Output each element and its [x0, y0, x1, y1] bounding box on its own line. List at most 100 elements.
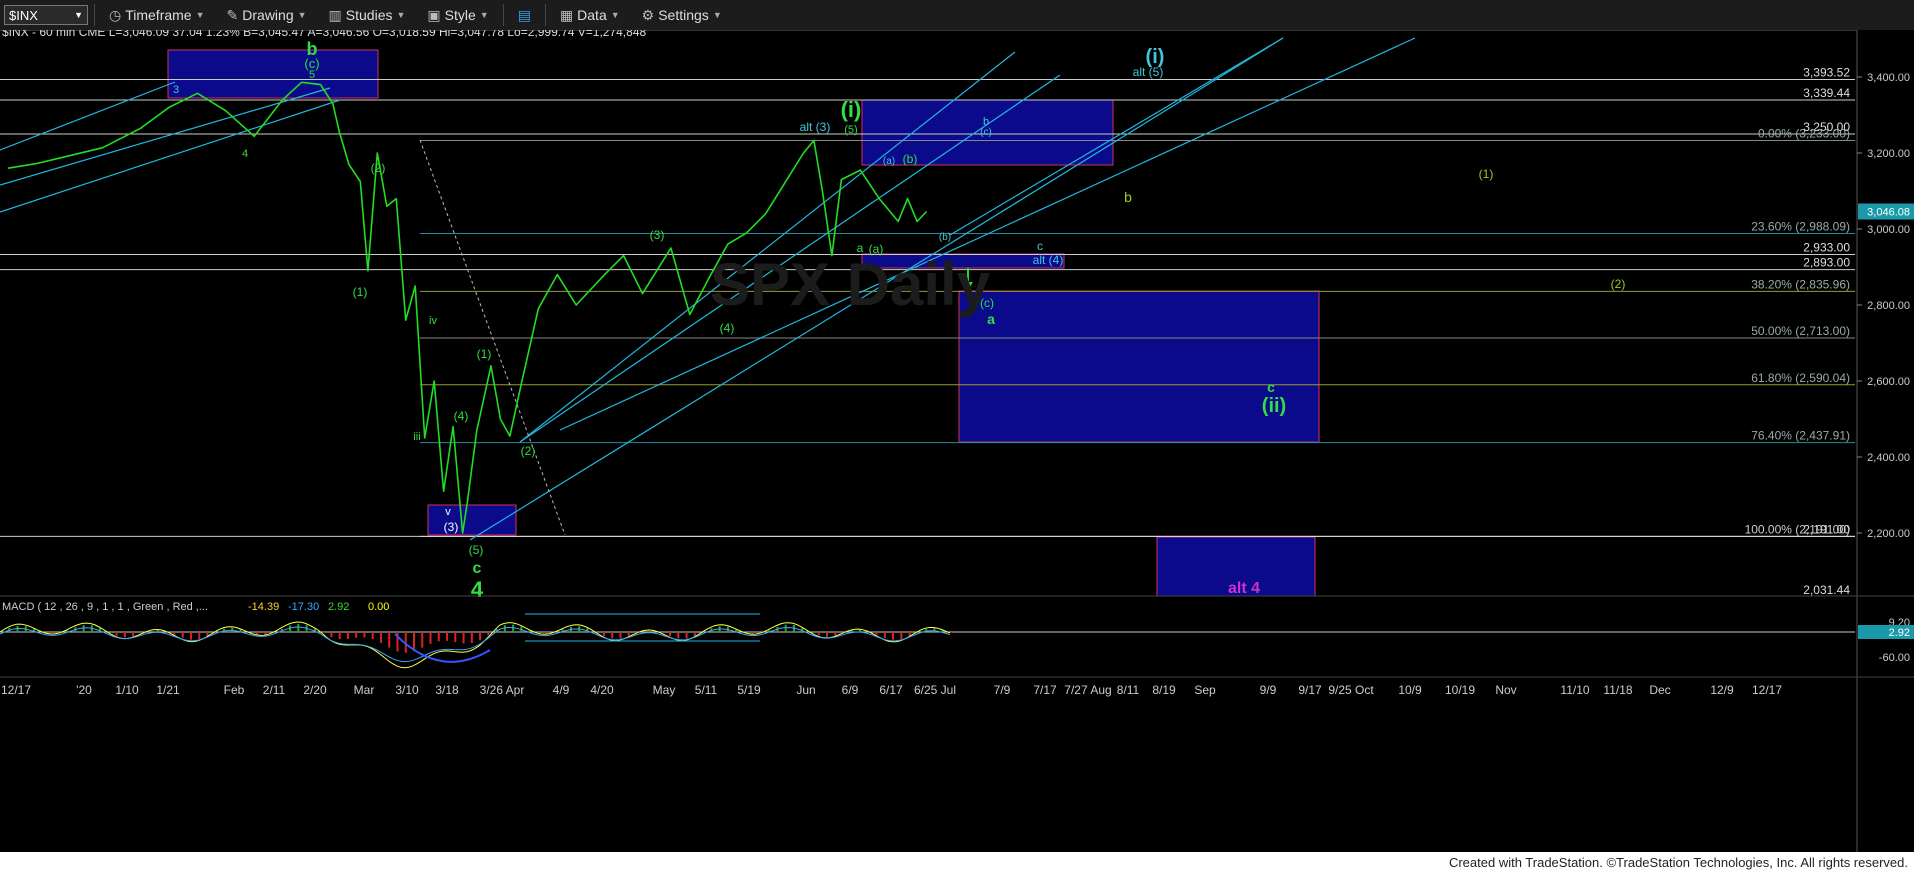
- toolbar-separator: [502, 4, 504, 26]
- macd-histogram-bar: [379, 632, 382, 643]
- wave-label: (4): [720, 321, 735, 335]
- symbol-value: $INX: [9, 7, 38, 23]
- box-b-wave: [167, 49, 379, 99]
- time-tick-label: 9/9: [1260, 683, 1277, 697]
- time-tick-label: Mar: [354, 683, 375, 697]
- toolbar-separator: [544, 4, 546, 26]
- timeframe-button[interactable]: ◷ Timeframe ▼: [101, 0, 213, 30]
- time-tick-label: 7/17: [1033, 683, 1057, 697]
- macd-histogram-bar: [817, 632, 820, 636]
- chevron-down-icon[interactable]: ▼: [74, 10, 83, 20]
- clock-icon: ◷: [109, 6, 122, 23]
- time-tick-label: '20: [76, 683, 92, 697]
- macd-histogram-bar: [338, 632, 341, 640]
- wave-label: iv: [429, 315, 437, 327]
- macd-value: 0.00: [368, 601, 389, 613]
- macd-histogram-bar: [602, 632, 605, 636]
- wave-label: (3): [650, 228, 665, 242]
- price-tick-label: 3,000.00: [1867, 224, 1910, 236]
- wave-label: (b): [939, 232, 951, 243]
- macd-panel: MACD ( 12 , 26 , 9 , 1 , 1 , Green , Red…: [0, 595, 1914, 669]
- macd-tick-label: 2.92: [1889, 627, 1910, 639]
- macd-label: MACD ( 12 , 26 , 9 , 1 , 1 , Green , Red…: [2, 601, 208, 613]
- fib-label: 38.20% (2,835.96): [1751, 277, 1850, 291]
- time-tick-label: 1/21: [156, 683, 180, 697]
- macd-histogram-bar: [346, 632, 349, 639]
- style-icon: ▣: [427, 6, 441, 23]
- wave-label: (1): [353, 285, 368, 299]
- symbol-input[interactable]: $INX ▼: [4, 5, 88, 25]
- price-chart[interactable]: 3,393.523,339.443,250.002,933.002,893.00…: [0, 30, 1914, 852]
- macd-histogram-bar: [437, 632, 440, 642]
- wave-label: alt (5): [1133, 65, 1164, 79]
- macd-histogram-bar: [487, 632, 490, 636]
- macd-histogram-bar: [297, 624, 300, 632]
- macd-value: 2.92: [328, 601, 349, 613]
- time-tick-label: 10/9: [1398, 683, 1422, 697]
- macd-histogram-bar: [677, 632, 680, 639]
- wave-label: (2): [521, 444, 536, 458]
- macd-histogram-bar: [627, 632, 630, 637]
- wave-label: (1): [477, 347, 492, 361]
- data-button[interactable]: ▦ Data ▼: [552, 0, 628, 30]
- macd-histogram-bar: [669, 632, 672, 636]
- macd-histogram-bar: [685, 632, 688, 639]
- macd-histogram-bar: [49, 632, 52, 634]
- wave-label: 4: [471, 577, 484, 602]
- last-price-label: 3,046.08: [1867, 206, 1910, 218]
- wave-label: (ii): [1262, 395, 1286, 417]
- time-tick-label: 7/9: [994, 683, 1011, 697]
- macd-histogram-bar: [784, 624, 787, 632]
- time-tick-label: Nov: [1495, 683, 1516, 697]
- data-label: Data: [577, 7, 607, 23]
- time-tick-label: 12/17: [1, 683, 31, 697]
- time-tick-label: 4/9: [553, 683, 570, 697]
- macd-histogram-bar: [875, 632, 878, 635]
- gear-icon: ⚙: [641, 6, 655, 23]
- macd-line: [0, 621, 951, 669]
- wave-label: (1): [1479, 167, 1494, 181]
- time-tick-label: 11/18: [1603, 683, 1632, 697]
- box-ii-target: [958, 290, 1320, 443]
- macd-histogram-bar: [900, 632, 903, 640]
- macd-histogram-bar: [264, 632, 267, 635]
- style-button[interactable]: ▣ Style ▼: [419, 0, 496, 30]
- chevron-down-icon: ▼: [479, 10, 489, 20]
- macd-histogram-bar: [479, 632, 482, 641]
- macd-histogram-bar: [850, 630, 853, 632]
- time-tick-label: 10/19: [1445, 683, 1475, 697]
- price-tick-label: 3,400.00: [1867, 72, 1910, 84]
- watermark-text: SPX Daily: [710, 251, 991, 318]
- wave-label: iii: [413, 431, 420, 443]
- macd-histogram-bar: [173, 632, 176, 635]
- macd-histogram-bar: [123, 632, 126, 638]
- macd-histogram-bar: [883, 632, 886, 639]
- level-label: 2,031.44: [1803, 583, 1850, 597]
- toolbar-separator: [94, 4, 95, 26]
- copyright-footer: Created with TradeStation. ©TradeStation…: [0, 852, 1914, 873]
- time-tick-label: 5/11: [695, 683, 718, 697]
- layout-button[interactable]: ▤: [510, 0, 539, 30]
- channel-line: [0, 81, 176, 151]
- macd-histogram-bar: [462, 632, 465, 644]
- price-tick-label: 2,200.00: [1867, 528, 1910, 540]
- wave-label: (c): [980, 127, 992, 138]
- time-tick-label: 4/20: [590, 683, 614, 697]
- settings-button[interactable]: ⚙ Settings ▼: [634, 0, 730, 30]
- time-tick-label: 3/26 Apr: [480, 683, 525, 697]
- chevron-down-icon: ▼: [195, 10, 205, 20]
- studies-button[interactable]: ▥ Studies ▼: [321, 0, 414, 30]
- timeframe-label: Timeframe: [125, 7, 192, 23]
- time-tick-label: May: [653, 683, 676, 697]
- channel-lines: [0, 37, 1416, 541]
- wave-label: v: [445, 506, 451, 518]
- macd-histogram-bar: [949, 632, 952, 633]
- time-tick-label: 1/10: [115, 683, 139, 697]
- drawing-button[interactable]: ✎ Drawing ▼: [219, 0, 315, 30]
- macd-histogram-bar: [355, 632, 358, 638]
- wave-label: alt (3): [800, 120, 831, 134]
- target-boxes: [167, 49, 1320, 597]
- time-tick-label: Feb: [224, 683, 245, 697]
- macd-histogram-bar: [611, 632, 614, 639]
- price-tick-label: 3,200.00: [1867, 148, 1910, 160]
